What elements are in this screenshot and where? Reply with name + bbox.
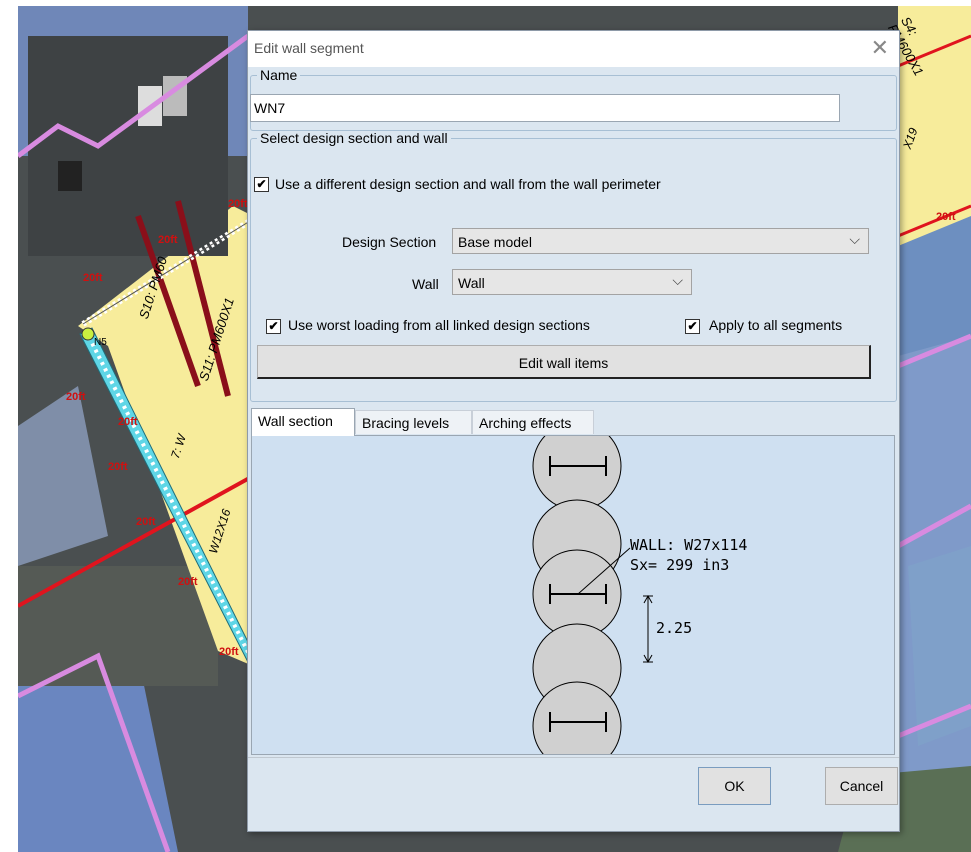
chevron-down-icon: ⌵ — [672, 272, 683, 288]
tab-bracing-levels[interactable]: Bracing levels — [355, 410, 472, 434]
map-dimension-label: 20ft — [158, 234, 178, 246]
design-section-value: Base model — [458, 234, 532, 250]
wall-section-diagram: WALL: W27x114 Sx= 299 in3 2.25 — [532, 436, 747, 754]
chevron-down-icon: ⌵ — [849, 231, 860, 247]
close-icon[interactable]: ✕ — [871, 35, 889, 61]
map-dimension-label: 20ft — [228, 198, 248, 210]
map-dimension-label: 20ft — [66, 391, 86, 403]
pile-circle — [532, 436, 622, 511]
spacing-dimension-label: 2.25 — [656, 619, 692, 637]
map-dimension-label: 20ft — [83, 272, 103, 284]
tab-wall-section[interactable]: Wall section — [251, 408, 355, 436]
design-section-select[interactable]: Base model ⌵ — [452, 228, 869, 254]
map-dimension-label: 20ft — [136, 516, 156, 528]
section-modulus-label: Sx= 299 in3 — [630, 556, 729, 574]
map-dimension-label: 20ft — [936, 211, 956, 223]
select-design-legend: Select design section and wall — [260, 130, 448, 146]
map-dimension-label: 20ft — [178, 576, 198, 588]
map-dimension-label: 20ft — [118, 416, 138, 428]
tab-arching-effects[interactable]: Arching effects — [472, 410, 594, 434]
dialog-titlebar[interactable]: Edit wall segment ✕ — [248, 31, 899, 67]
worst-loading-label: Use worst loading from all linked design… — [288, 317, 590, 333]
apply-all-checkbox[interactable]: ✔ — [685, 319, 700, 334]
dialog-title: Edit wall segment — [254, 40, 364, 56]
ok-button[interactable]: OK — [698, 767, 771, 805]
apply-all-label: Apply to all segments — [709, 317, 843, 333]
wall-select[interactable]: Wall ⌵ — [452, 269, 692, 295]
edit-wall-items-button[interactable]: Edit wall items — [257, 345, 871, 379]
design-section-label: Design Section — [342, 234, 437, 250]
wall-value: Wall — [458, 275, 485, 291]
worst-loading-checkbox[interactable]: ✔ — [266, 319, 281, 334]
name-input[interactable] — [250, 94, 840, 122]
use-different-checkbox[interactable]: ✔ — [254, 177, 269, 192]
use-different-label: Use a different design section and wall … — [275, 176, 661, 192]
map-dimension-label: 20ft — [219, 646, 239, 658]
edit-wall-segment-dialog: Edit wall segment ✕ Name Select design s… — [247, 30, 900, 832]
map-dimension-label: 20ft — [108, 461, 128, 473]
footer-divider — [248, 757, 899, 758]
wall-label: Wall — [412, 276, 439, 292]
map-node-label: N5 — [94, 337, 107, 348]
name-group-legend: Name — [260, 67, 298, 83]
cancel-button[interactable]: Cancel — [825, 767, 898, 805]
wall-type-label: WALL: W27x114 — [630, 536, 747, 554]
wall-section-panel: WALL: W27x114 Sx= 299 in3 2.25 — [251, 435, 895, 755]
